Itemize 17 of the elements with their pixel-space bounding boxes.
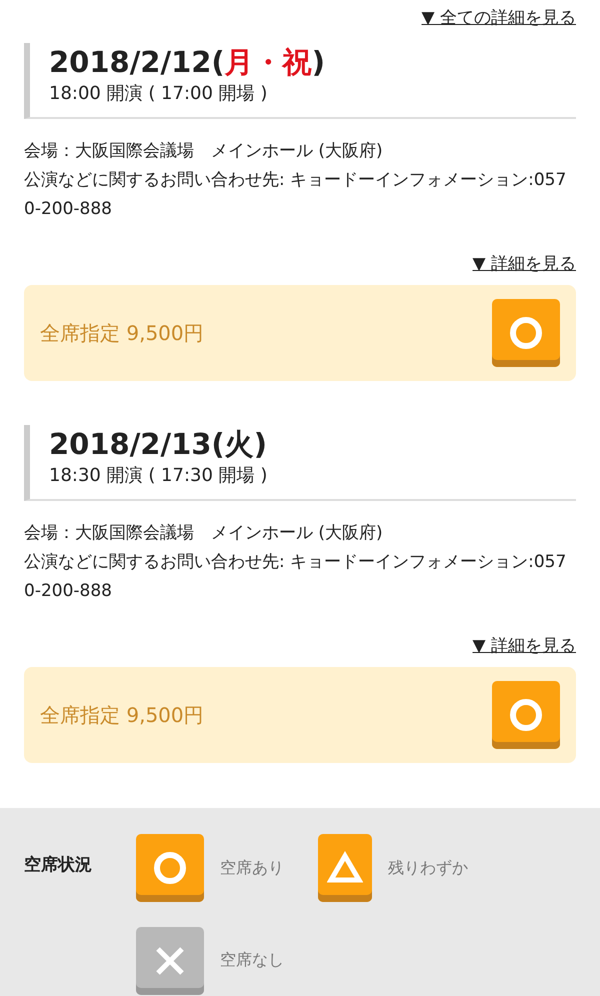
legend-title: 空席状況 (24, 854, 93, 877)
ticket-price: 全席指定 9,500円 (40, 320, 204, 346)
venue-text: 会場：大阪国際会議場 メインホール (大阪府) (24, 140, 384, 163)
performance-date: 2018/2/13(火) (49, 426, 268, 463)
legend-label: 空席あり (220, 858, 284, 879)
details-link[interactable]: ▼ 詳細を見る (472, 252, 576, 275)
details-link[interactable]: ▼ 詳細を見る (472, 634, 576, 657)
all-details-link[interactable]: ▼ 全ての詳細を見る (422, 6, 576, 29)
performance-time: 18:30 開演 ( 17:30 開場 ) (49, 464, 268, 488)
legend-label: 残りわずか (388, 858, 468, 879)
ticket-price: 全席指定 9,500円 (40, 702, 204, 728)
performance-time: 18:00 開演 ( 17:00 開場 ) (49, 82, 268, 106)
inquiry-text: 公演などに関するお問い合わせ先: キョードーインフォメーション:0570-200-888 (24, 169, 568, 221)
performance-date: 2018/2/12(月・祝) (49, 44, 326, 81)
legend-label: 空席なし (220, 950, 284, 972)
inquiry-text: 公演などに関するお問い合わせ先: キョードーインフォメーション:0570-200-888 (24, 551, 568, 603)
venue-text: 会場：大阪国際会議場 メインホール (大阪府) (24, 522, 384, 545)
